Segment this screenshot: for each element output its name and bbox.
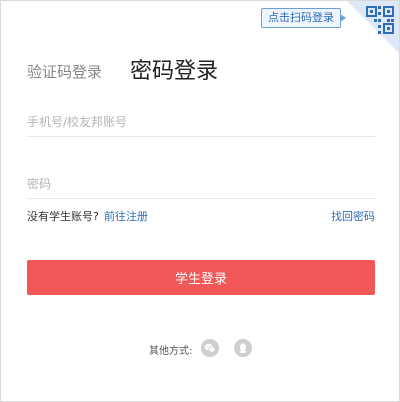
tab-password-login[interactable]: 密码登录 (130, 53, 218, 85)
wechat-icon[interactable] (201, 339, 219, 357)
tab-sms-login[interactable]: 验证码登录 (27, 61, 102, 82)
qr-login-tooltip[interactable]: 点击扫码登录 (261, 8, 346, 28)
other-login-methods: 其他方式: (1, 339, 400, 359)
student-login-button[interactable]: 学生登录 (27, 260, 375, 295)
no-account-text: 没有学生账号? (27, 210, 99, 223)
register-link[interactable]: 前往注册 (104, 208, 148, 224)
login-tabs: 验证码登录 密码登录 (27, 51, 327, 87)
account-input[interactable] (27, 107, 375, 137)
login-panel: 点击扫码登录 验证码登录 密码登录 手机号/校友邦账号 没有学生账号? 前往注册… (0, 0, 400, 402)
other-methods-label: 其他方式: (149, 346, 193, 357)
password-input[interactable] (27, 169, 375, 199)
qq-icon[interactable] (234, 339, 252, 357)
forgot-password-link[interactable]: 找回密码 (331, 208, 375, 224)
qr-code-icon[interactable] (347, 1, 399, 53)
account-links-row: 没有学生账号? 前往注册 找回密码 (27, 208, 375, 226)
